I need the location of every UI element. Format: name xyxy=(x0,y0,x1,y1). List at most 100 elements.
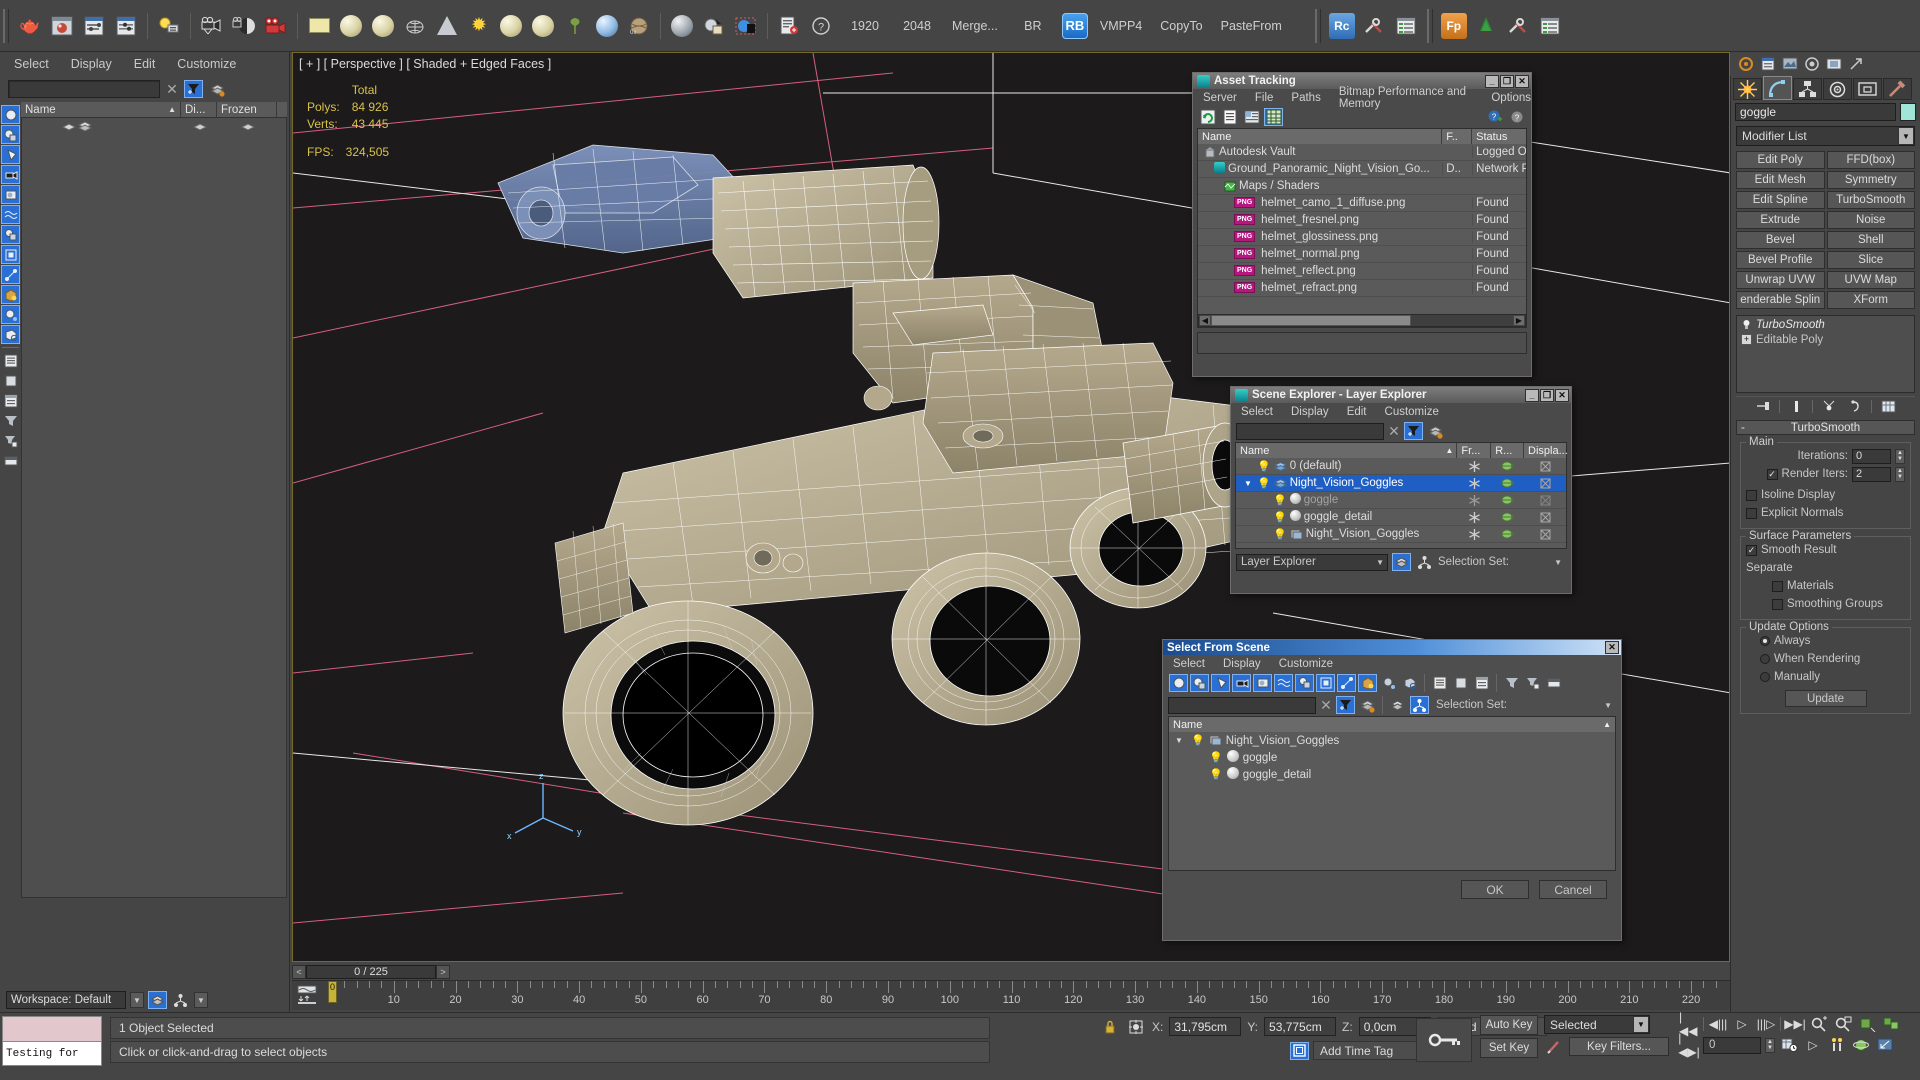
filter-funnel-icon[interactable] xyxy=(1,411,20,430)
br-button[interactable]: BR xyxy=(1007,12,1059,40)
select-object-icon[interactable] xyxy=(699,11,729,41)
toolbar-grip-2[interactable] xyxy=(1314,8,1321,43)
update-button[interactable]: Update xyxy=(1784,690,1867,707)
modifier-button-edit-poly[interactable]: Edit Poly xyxy=(1736,151,1825,169)
filter-funnel-settings-icon[interactable] xyxy=(1523,674,1542,692)
se-menu-customize[interactable]: Customize xyxy=(1385,406,1439,418)
lock-icon[interactable] xyxy=(1100,1018,1120,1036)
asset-tracking-table[interactable]: Name F.. Status Autodesk Vault Logged Ou G… xyxy=(1197,128,1527,328)
absolute-relative-icon[interactable] xyxy=(1126,1018,1146,1036)
merge-button[interactable]: Merge... xyxy=(943,12,1007,40)
at-menu-file[interactable]: File xyxy=(1255,92,1274,104)
display-cell[interactable] xyxy=(1524,528,1566,541)
set-key-button[interactable]: Set Key xyxy=(1480,1038,1538,1058)
scene-explorer-titlebar[interactable]: Scene Explorer - Layer Explorer _ ❐ ✕ xyxy=(1231,387,1571,403)
table-row[interactable]: PNG helmet_fresnel.png Found xyxy=(1198,212,1526,229)
teapot-material-icon[interactable] xyxy=(400,11,430,41)
sfs-col-name[interactable]: Name ▲ xyxy=(1169,717,1615,732)
cancel-button[interactable]: Cancel xyxy=(1539,880,1607,899)
next-frame-icon[interactable]: |||▷ xyxy=(1756,1015,1776,1033)
lightbulb-icon[interactable]: 💡 xyxy=(1257,477,1271,490)
rc-list-icon[interactable] xyxy=(1391,11,1421,41)
hierarchy-tab[interactable] xyxy=(1793,78,1822,100)
frozen-cell[interactable] xyxy=(1458,511,1492,524)
listener-input-pane[interactable]: Testing for xyxy=(2,1042,102,1066)
collapse-icon[interactable]: - xyxy=(1741,422,1745,434)
table-row[interactable]: 💡 Night_Vision_Goggles xyxy=(1236,526,1566,543)
filter-icon[interactable] xyxy=(184,80,203,98)
maximize-button[interactable]: ❐ xyxy=(1500,74,1514,88)
table-row[interactable]: PNG helmet_camo_1_diffuse.png Found xyxy=(1198,195,1526,212)
table-row[interactable]: PNG helmet_reflect.png Found xyxy=(1198,263,1526,280)
zoom-region-icon[interactable] xyxy=(1833,1015,1853,1033)
select-from-scene-dialog[interactable]: Select From Scene ✕ Select Display Custo… xyxy=(1162,639,1622,941)
render-cell[interactable] xyxy=(1491,494,1524,506)
at-menu-server[interactable]: Server xyxy=(1203,92,1237,104)
render-icon[interactable] xyxy=(1736,55,1755,73)
table-row[interactable]: ▼ 💡 Night_Vision_Goggles xyxy=(1236,475,1566,492)
frozen-cell[interactable] xyxy=(1458,528,1492,541)
display-tab[interactable] xyxy=(1853,78,1882,100)
modifier-button-ffd-box[interactable]: FFD(box) xyxy=(1826,151,1915,169)
sfs-menu-display[interactable]: Display xyxy=(1223,658,1261,670)
modifier-button-enderable-splin[interactable]: enderable Splin xyxy=(1736,291,1825,309)
render-cell[interactable] xyxy=(1491,528,1524,540)
track-bar-icon[interactable] xyxy=(296,985,318,1005)
se-menu-edit[interactable]: Edit xyxy=(1347,406,1367,418)
se-col-frozen[interactable]: Fr... xyxy=(1457,443,1492,458)
scene-explorer-search-input[interactable] xyxy=(1236,422,1384,440)
smooth-result-checkbox[interactable]: ✓ xyxy=(1746,544,1757,556)
filter-shapes-icon[interactable] xyxy=(1,125,20,144)
time-configuration-icon[interactable] xyxy=(1779,1036,1799,1054)
iterations-spinner[interactable]: ▲ ▼ xyxy=(1895,448,1905,464)
next-frame-button[interactable]: > xyxy=(436,965,450,979)
column-display[interactable]: Di... xyxy=(181,102,217,117)
list-view-icon[interactable] xyxy=(1220,108,1239,126)
render-setup-icon[interactable] xyxy=(79,11,109,41)
scene-explorer-dialog[interactable]: Scene Explorer - Layer Explorer _ ❐ ✕ Se… xyxy=(1230,386,1572,594)
table-row[interactable]: PNG helmet_refract.png Found xyxy=(1198,280,1526,297)
key-mode-toggle[interactable] xyxy=(1416,1018,1472,1062)
workspace-field[interactable]: Workspace: Default xyxy=(6,991,126,1009)
modifier-stack-item-editable-poly[interactable]: + Editable Poly xyxy=(1738,332,1913,347)
filter-cameras-icon[interactable] xyxy=(1,165,20,184)
table-row[interactable]: 💡 goggle_detail xyxy=(1169,766,1615,783)
pan-view-icon[interactable] xyxy=(1857,1015,1877,1033)
screenshot-icon[interactable] xyxy=(1824,55,1843,73)
current-frame-display[interactable]: 0 / 225 xyxy=(306,965,436,979)
hierarchy-mode-icon[interactable] xyxy=(1410,696,1429,714)
prev-frame-button[interactable]: < xyxy=(292,965,306,979)
sphere-material-icon[interactable] xyxy=(336,11,366,41)
layers-icon[interactable] xyxy=(1426,422,1445,440)
modify-tab[interactable] xyxy=(1763,76,1792,100)
modifier-button-bevel[interactable]: Bevel xyxy=(1736,231,1825,249)
turbosmooth-rollout-header[interactable]: - TurboSmooth xyxy=(1736,420,1915,435)
layer-explorer-toggle-icon[interactable] xyxy=(148,991,167,1009)
expand-collapse-icon[interactable] xyxy=(1,451,20,470)
left-panel-rows[interactable] xyxy=(21,118,287,898)
maximize-button[interactable]: ❐ xyxy=(1540,388,1554,402)
at-col-status[interactable]: Status xyxy=(1472,129,1526,144)
asset-tracking-dialog[interactable]: Asset Tracking _ ❐ ✕ Server File Paths B… xyxy=(1192,72,1532,377)
at-col-name[interactable]: Name xyxy=(1198,129,1443,144)
modifier-stack[interactable]: TurboSmooth + Editable Poly xyxy=(1736,315,1915,393)
filter-lights-icon[interactable] xyxy=(1,145,20,164)
set-key-pencil-icon[interactable] xyxy=(1544,1038,1564,1056)
display-cell[interactable] xyxy=(1524,511,1566,524)
table-row[interactable]: ▼ 💡 Night_Vision_Goggles xyxy=(1169,732,1615,749)
close-button[interactable]: ✕ xyxy=(1515,74,1529,88)
table-row[interactable]: 💡 0 (default) xyxy=(1236,458,1566,475)
frozen-cell[interactable] xyxy=(1458,460,1492,473)
se-col-name[interactable]: Name ▲ xyxy=(1236,443,1458,458)
configure-modifier-sets-icon[interactable] xyxy=(1878,398,1898,416)
layer-mode-icon[interactable] xyxy=(1392,553,1411,571)
lightbulb-icon[interactable]: 💡 xyxy=(1191,734,1205,747)
render-cell[interactable] xyxy=(1491,511,1524,523)
filter-spacewarps-icon[interactable] xyxy=(1,205,20,224)
filter-icon[interactable] xyxy=(1336,696,1355,714)
hierarchy-explorer-toggle-icon[interactable] xyxy=(171,991,190,1009)
se-col-display[interactable]: Displa... xyxy=(1524,443,1568,458)
expand-icon[interactable] xyxy=(1846,55,1865,73)
table-row[interactable]: Maps / Shaders xyxy=(1198,178,1526,195)
blank-view-icon[interactable] xyxy=(1,371,20,390)
